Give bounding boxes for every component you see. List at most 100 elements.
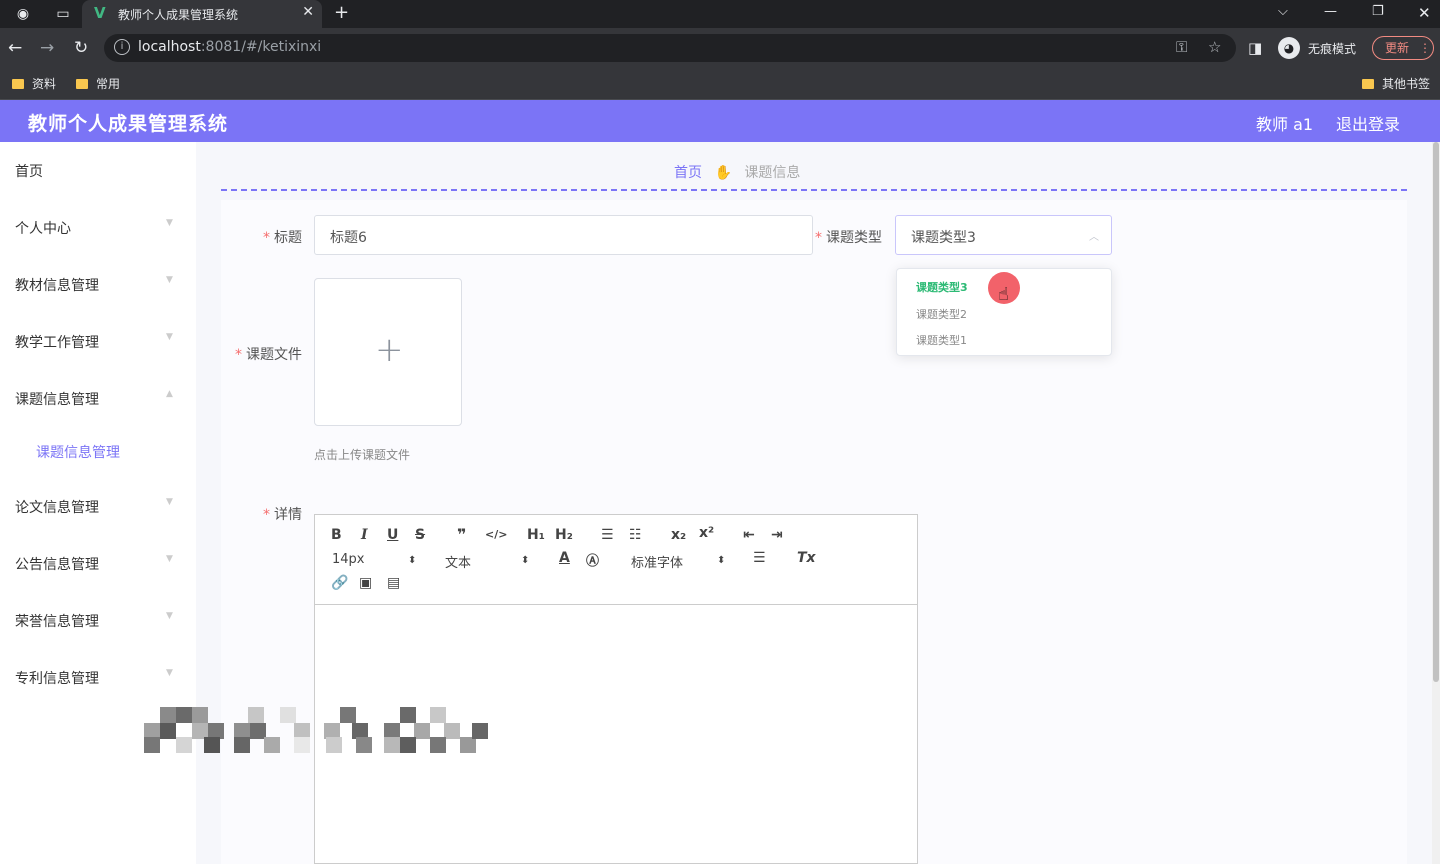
bold-icon[interactable]: B [331,527,342,543]
indent-icon[interactable]: ⇥ [771,527,783,543]
blockquote-icon[interactable]: ❞ [457,525,466,544]
title-input[interactable]: 标题6 [314,215,813,255]
bookmark-folder[interactable]: 常用 [76,75,120,92]
code-block-icon[interactable]: </> [485,528,507,541]
reload-icon[interactable]: ↻ [74,38,88,58]
file-label: * 课题文件 [235,347,302,363]
type-select[interactable]: 课题类型3 ︿ [895,215,1112,255]
background-color-icon[interactable]: Ⓐ [586,550,599,569]
sidebar-item-textbooks[interactable]: 教材信息管理 ▼ [0,256,196,312]
scrollbar-thumb[interactable] [1433,142,1439,682]
other-bookmarks[interactable]: 其他书签 [1362,75,1430,92]
new-tab-icon[interactable]: + [334,2,349,23]
close-window-icon[interactable]: ✕ [1418,4,1431,22]
italic-icon[interactable]: I [361,527,368,543]
type-label: * 课题类型 [815,230,882,246]
pixel-block [234,737,250,753]
font-color-icon[interactable]: A [559,550,570,566]
tab-list-icon[interactable]: ⌵ [1278,4,1288,19]
pixelated-overlay [144,707,488,753]
font-size-select[interactable]: 14px ⬍ [332,552,418,570]
update-button[interactable]: 更新 ⋮ [1372,36,1434,60]
strike-icon[interactable]: S [415,527,425,543]
sidebar-item-honors[interactable]: 荣誉信息管理 ▼ [0,592,196,648]
header-1-icon[interactable]: H₁ [527,527,545,543]
underline-icon[interactable]: U [387,527,398,543]
chevron-up-icon: ▲ [166,389,173,399]
file-upload[interactable]: + [314,278,462,426]
editor-toolbar: B I U S ❞ </> H₁ H₂ ☰ ☷ x₂ x² ⇤ ⇥ 14px ⬍ … [315,515,917,605]
pixel-block [176,707,192,723]
superscript-icon[interactable]: x² [699,525,714,541]
folder-icon [1362,79,1374,89]
close-tab-icon[interactable]: ✕ [302,4,314,20]
pixel-block [430,737,446,753]
pixel-block [204,737,220,753]
bookmarks-bar: 资料 常用 其他书签 [0,68,1440,100]
address-bar[interactable]: i localhost:8081/#/ketixinxi ⚿ ☆ [104,34,1236,62]
header-select[interactable]: 文本 ⬍ [445,552,531,571]
pixel-block [400,737,416,753]
dropdown-option[interactable]: 课题类型2 [916,306,967,322]
pixel-block [144,737,160,753]
dropdown-option[interactable]: 课题类型3 [916,279,968,295]
sidebar-item-projects[interactable]: 课题信息管理 ▲ [0,370,196,426]
plus-icon: + [375,330,404,370]
sidebar-item-papers[interactable]: 论文信息管理 ▼ [0,478,196,534]
pixel-block [160,707,176,723]
app-title: 教师个人成果管理系统 [28,113,229,135]
pixel-block [248,707,264,723]
title-label: * 标题 [263,230,302,246]
incognito-label: 无痕模式 [1308,42,1357,56]
pixel-block [192,707,208,723]
sidebar-subitem-projects[interactable]: 课题信息管理 [0,436,196,466]
chevron-down-icon: ▼ [166,668,173,678]
key-icon[interactable]: ⚿ [1176,38,1187,56]
url-text: localhost:8081/#/ketixinxi [138,39,322,55]
rich-text-editor: B I U S ❞ </> H₁ H₂ ☰ ☷ x₂ x² ⇤ ⇥ 14px ⬍ … [314,514,918,864]
pixel-block [294,737,310,753]
font-family-select[interactable]: 标准字体 ⬍ [631,552,727,571]
sidebar-item-home[interactable]: 首页 [0,142,196,198]
upload-hint: 点击上传课题文件 [314,448,411,462]
sidebar-item-patents[interactable]: 专利信息管理 ▼ [0,649,196,705]
side-panel-icon[interactable]: ◨ [1248,38,1262,58]
chevron-down-icon: ▼ [166,554,173,564]
chevron-down-icon: ▼ [166,611,173,621]
folder-icon [12,79,24,89]
video-icon[interactable]: ▤ [387,575,400,591]
restore-icon[interactable]: ❐ [1372,4,1384,19]
back-icon[interactable]: ← [8,38,22,58]
forward-icon[interactable]: → [40,38,54,58]
browser-menu-icon[interactable]: ◉ [12,4,34,24]
divider [221,189,1407,191]
bookmark-folder[interactable]: 资料 [12,75,56,92]
page-scrollbar[interactable] [1432,142,1440,864]
minimize-icon[interactable]: — [1324,4,1337,19]
link-icon[interactable]: 🔗 [331,575,348,591]
ordered-list-icon[interactable]: ☰ [601,527,614,543]
pixel-block [384,737,400,753]
tab-search-icon[interactable]: ▭ [52,4,74,24]
align-icon[interactable]: ☰ [753,550,766,566]
sidebar: 首页 个人中心 ▼ 教材信息管理 ▼ 教学工作管理 ▼ 课题信息管理 ▲ 课题信息管理 … [0,142,196,864]
breadcrumb-home[interactable]: 首页 [674,165,702,181]
sidebar-item-teaching[interactable]: 教学工作管理 ▼ [0,313,196,369]
browser-tab[interactable]: V 教师个人成果管理系统 ✕ [82,0,322,28]
outdent-icon[interactable]: ⇤ [743,527,755,543]
clear-format-icon[interactable]: Tx [797,550,816,566]
pixel-block [414,723,430,739]
sidebar-item-notices[interactable]: 公告信息管理 ▼ [0,535,196,591]
detail-label: * 详情 [263,507,302,523]
folder-icon [76,79,88,89]
image-icon[interactable]: ▣ [359,575,372,591]
site-info-icon[interactable]: i [114,39,130,55]
bookmark-star-icon[interactable]: ☆ [1208,38,1221,56]
header-2-icon[interactable]: H₂ [555,527,573,543]
pixel-block [460,737,476,753]
bullet-list-icon[interactable]: ☷ [629,527,642,543]
dropdown-option[interactable]: 课题类型1 [916,332,967,348]
subscript-icon[interactable]: x₂ [671,527,686,543]
logout-link[interactable]: 退出登录 [1336,111,1400,135]
sidebar-item-profile[interactable]: 个人中心 ▼ [0,199,196,255]
